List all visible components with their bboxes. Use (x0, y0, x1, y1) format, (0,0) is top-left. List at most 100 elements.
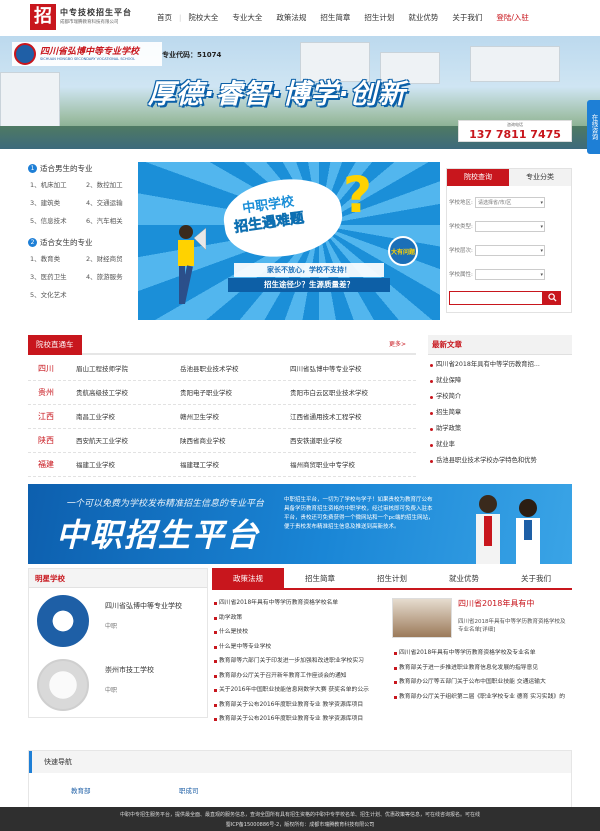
site-header: 招 中专技校招生平台 成都市瑞腾教育科技有限公司 首页 | 院校大全 专业大全 … (0, 0, 600, 36)
nav-about[interactable]: 关于我们 (445, 0, 489, 36)
policy-panel: 政策法规 招生简章 招生计划 就业优势 关于我们 四川省2018年具有中等学历教… (212, 568, 572, 722)
search-button[interactable] (543, 291, 561, 305)
promo-caption-2: 招生途径少？生源质量差？ (228, 278, 390, 292)
policy-link[interactable]: 什么是中等专业学校 (212, 640, 382, 655)
school-badge: 四川省弘博中等专业学校 SICHUAN HONGBO SECONDARY VOC… (12, 42, 162, 66)
section-title: 快速导航 (29, 751, 571, 773)
tab-policy[interactable]: 政策法规 (212, 568, 284, 588)
region-select[interactable]: 请选择省/市/区 ▾ (475, 197, 545, 208)
school-link[interactable]: 贵阳电子职业学校 (180, 381, 232, 405)
search-input[interactable] (449, 291, 543, 305)
article-link[interactable]: 学校简介 (428, 389, 572, 405)
nav-home[interactable]: 首页 (150, 0, 179, 36)
school-link[interactable]: 南昌工业学校 (76, 405, 115, 429)
tab-major-category[interactable]: 专业分类 (509, 169, 571, 186)
major-item[interactable]: 1、教育类 (30, 253, 86, 263)
major-item[interactable]: 4、交通运输 (86, 197, 135, 207)
school-link[interactable]: 西安铁道职业学校 (290, 429, 342, 453)
school-link[interactable]: 福州商贸职业中专学校 (290, 453, 355, 477)
province-name[interactable]: 福建 (38, 453, 54, 477)
promo-caption-1: 家长不放心，学校不支持！ (234, 263, 384, 277)
school-link[interactable]: 眉山工程技师学院 (76, 357, 128, 381)
hero-banner[interactable]: 四川省弘博中等专业学校 SICHUAN HONGBO SECONDARY VOC… (0, 36, 600, 149)
female-majors-list: 1、教育类 2、财经商贸 3、医药卫生 4、旅游服务 5、文化艺术 (28, 248, 133, 304)
more-link[interactable]: 更多> (389, 335, 406, 355)
policy-link[interactable]: 教育部办公厅等五部门关于公布中国职业技能 交通运输大 (392, 675, 572, 690)
promo-banner[interactable]: 中职学校 招生遇难题 ? 家长不放心，学校不支持！ 招生途径少？生源质量差？ 大… (138, 162, 440, 320)
policy-link[interactable]: 教育部等六部门关于印发进一步加强和改进职业学校实习 (212, 654, 382, 669)
tab-about[interactable]: 关于我们 (500, 568, 572, 588)
policy-link[interactable]: 教育部办公厅关于召开新年教育工作座谈会的通知 (212, 669, 382, 684)
site-logo[interactable]: 招 (30, 4, 56, 30)
school-link[interactable]: 福建理工学校 (180, 453, 219, 477)
featured-article-title[interactable]: 四川省2018年具有中 (458, 598, 534, 609)
major-item[interactable]: 5、文化艺术 (30, 289, 86, 299)
policy-link[interactable]: 四川省2018年具有中等学历教育资格学校及专业名单 (392, 646, 572, 661)
school-link[interactable]: 西安航天工业学校 (76, 429, 128, 453)
school-search-panel: 院校查询 专业分类 学校地区: 请选择省/市/区 ▾ 学校类型: ▾ 学校层次: … (446, 168, 572, 313)
tab-plan[interactable]: 招生计划 (356, 568, 428, 588)
province-name[interactable]: 贵州 (38, 381, 54, 405)
major-item[interactable]: 4、旅游服务 (86, 271, 135, 281)
tab-employment[interactable]: 就业优势 (428, 568, 500, 588)
school-name[interactable]: 四川省弘博中等专业学校 (105, 601, 182, 611)
school-link[interactable]: 江西省通用技术工程学校 (290, 405, 362, 429)
major-item[interactable]: 3、医药卫生 (30, 271, 86, 281)
star-school-item[interactable]: 四川省弘博中等专业学校 中职 (29, 589, 207, 653)
nav-brochure[interactable]: 招生简章 (313, 0, 357, 36)
major-item[interactable]: 5、信息技术 (30, 215, 86, 225)
major-item[interactable]: 3、建筑类 (30, 197, 86, 207)
section-header: 院校直通车 更多> (28, 335, 416, 355)
male-majors-title[interactable]: 适合男生的专业 (40, 163, 93, 174)
policy-link[interactable]: 助学政策 (212, 611, 382, 626)
article-link[interactable]: 助学政策 (428, 421, 572, 437)
platform-banner[interactable]: 一个可以免费为学校发布精准招生信息的专业平台 中职招生平台 中职招生平台，一切为… (28, 484, 572, 564)
major-item[interactable]: 2、数控加工 (86, 179, 135, 189)
article-link[interactable]: 四川省2018年具有中等学历教育招... (428, 357, 572, 373)
female-majors-title[interactable]: 适合女生的专业 (40, 237, 93, 248)
school-link[interactable]: 赣州卫生学校 (180, 405, 219, 429)
school-name[interactable]: 崇州市技工学校 (105, 665, 154, 675)
article-link[interactable]: 就业率 (428, 437, 572, 453)
latest-articles: 最新文章 四川省2018年具有中等学历教育招... 就业保障 学校简介 招生简章… (428, 335, 572, 482)
nav-employment[interactable]: 就业优势 (401, 0, 445, 36)
level-select[interactable]: ▾ (475, 245, 545, 256)
policy-link[interactable]: 教育部办公厅关于组织第二届《职业学校专业 德育 实习实践》的 (392, 690, 572, 705)
quick-link[interactable]: 教育部 (71, 785, 91, 795)
online-consult-button[interactable]: 在线咨询 (587, 100, 600, 154)
policy-link[interactable]: 关于2016年中国职业技能信息网数学大赛 获奖名单的公示 (212, 683, 382, 698)
policy-link[interactable]: 什么是技校 (212, 625, 382, 640)
tab-school-search[interactable]: 院校查询 (447, 169, 509, 186)
nav-schools[interactable]: 院校大全 (181, 0, 225, 36)
school-link[interactable]: 贵航高级技工学校 (76, 381, 128, 405)
article-link[interactable]: 招生简章 (428, 405, 572, 421)
province-name[interactable]: 四川 (38, 357, 54, 381)
nav-policy[interactable]: 政策法规 (269, 0, 313, 36)
province-name[interactable]: 陕西 (38, 429, 54, 453)
quick-link[interactable]: 职成司 (179, 785, 199, 795)
school-link[interactable]: 陕西省商业学校 (180, 429, 226, 453)
major-item[interactable]: 2、财经商贸 (86, 253, 135, 263)
major-item[interactable]: 1、机床加工 (30, 179, 86, 189)
type-select[interactable]: ▾ (475, 221, 545, 232)
article-link[interactable]: 岳池县职业技术学校办学特色和优势 (428, 453, 572, 469)
major-item[interactable]: 6、汽车相关 (86, 215, 135, 225)
policy-link[interactable]: 四川省2018年具有中等学历教育资格学校名单 (212, 596, 382, 611)
school-link[interactable]: 福建工业学校 (76, 453, 115, 477)
tab-brochure[interactable]: 招生简章 (284, 568, 356, 588)
policy-link[interactable]: 教育部关于公布2016年度职业教育专业 教学资源库项目 (212, 712, 382, 727)
school-link[interactable]: 岳池县职业技术学校 (180, 357, 239, 381)
nav-majors[interactable]: 专业大全 (225, 0, 269, 36)
school-link[interactable]: 四川省弘博中等专业学校 (290, 357, 362, 381)
star-school-item[interactable]: 崇州市技工学校 中职 (29, 653, 207, 717)
school-link[interactable]: 贵阳市白云区职业技术学校 (290, 381, 368, 405)
province-name[interactable]: 江西 (38, 405, 54, 429)
article-link[interactable]: 就业保障 (428, 373, 572, 389)
school-english-name: SICHUAN HONGBO SECONDARY VOCATIONAL SCHO… (40, 57, 136, 61)
policy-link[interactable]: 教育部关于公布2016年度职业教育专业 教学资源库项目 (212, 698, 382, 713)
login-link[interactable]: 登陆/入驻 (489, 0, 536, 36)
attribute-select[interactable]: ▾ (475, 269, 545, 280)
nav-plan[interactable]: 招生计划 (357, 0, 401, 36)
policy-link[interactable]: 教育部关于进一步推进职业教育信息化发展的指导意见 (392, 661, 572, 676)
featured-article-image[interactable] (392, 598, 452, 638)
